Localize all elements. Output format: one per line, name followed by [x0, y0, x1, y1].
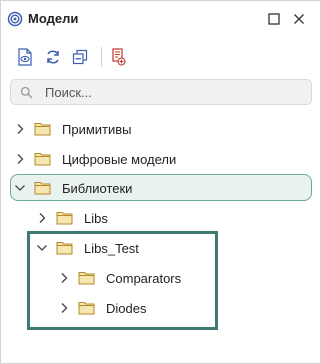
chevron-right-icon[interactable] — [57, 271, 71, 285]
chevron-right-icon[interactable] — [13, 122, 27, 136]
refresh-button[interactable] — [42, 45, 64, 69]
toolbar — [1, 45, 320, 69]
spiral-icon — [7, 11, 23, 27]
chevron-down-icon[interactable] — [13, 181, 27, 195]
folder-icon — [78, 272, 95, 285]
close-icon — [294, 14, 304, 24]
tree-item-label: Diodes — [106, 301, 147, 316]
chevron-right-icon[interactable] — [35, 211, 49, 225]
tree-item-comparators[interactable]: Comparators — [1, 265, 320, 291]
folder-icon — [78, 302, 95, 315]
toolbar-separator — [101, 47, 102, 67]
folder-icon — [34, 123, 51, 136]
search-icon — [20, 86, 33, 99]
tree-item-label: Цифровые модели — [62, 152, 177, 167]
folder-icon — [56, 212, 73, 225]
tree-item-libraries[interactable]: Библиотеки — [1, 175, 320, 201]
close-button[interactable] — [291, 11, 307, 27]
panel-header: Модели — [1, 1, 320, 37]
add-library-icon — [112, 48, 126, 66]
folder-icon — [34, 182, 51, 195]
panel-title: Модели — [28, 11, 79, 26]
open-model-icon — [18, 48, 32, 66]
tree-item-libs-test[interactable]: Libs_Test — [1, 235, 320, 261]
open-model-button[interactable] — [14, 45, 36, 69]
maximize-button[interactable] — [266, 11, 282, 27]
chevron-right-icon[interactable] — [57, 301, 71, 315]
tree-item-primitives[interactable]: Примитивы — [1, 116, 320, 142]
tree-item-label: Libs — [84, 211, 108, 226]
chevron-right-icon[interactable] — [13, 152, 27, 166]
chevron-down-icon[interactable] — [35, 241, 49, 255]
add-library-button[interactable] — [107, 45, 129, 69]
tree-item-label: Библиотеки — [62, 181, 133, 196]
folder-icon — [34, 153, 51, 166]
refresh-icon — [47, 50, 59, 64]
tree-item-label: Comparators — [106, 271, 182, 286]
tree-item-diodes[interactable]: Diodes — [1, 295, 320, 321]
tree-item-label: Примитивы — [62, 122, 132, 137]
tree-item-digital-models[interactable]: Цифровые модели — [1, 146, 320, 172]
models-panel: Модели Поиск... Примитивы Цифровые модел… — [0, 0, 321, 364]
search-box — [10, 79, 312, 105]
tree-item-libs[interactable]: Libs — [1, 205, 320, 231]
folder-icon — [56, 242, 73, 255]
maximize-icon — [268, 13, 280, 25]
tree-item-label: Libs_Test — [84, 241, 139, 256]
collapse-all-button[interactable] — [69, 45, 91, 69]
collapse-all-icon — [72, 49, 88, 65]
search-input[interactable] — [45, 83, 295, 101]
